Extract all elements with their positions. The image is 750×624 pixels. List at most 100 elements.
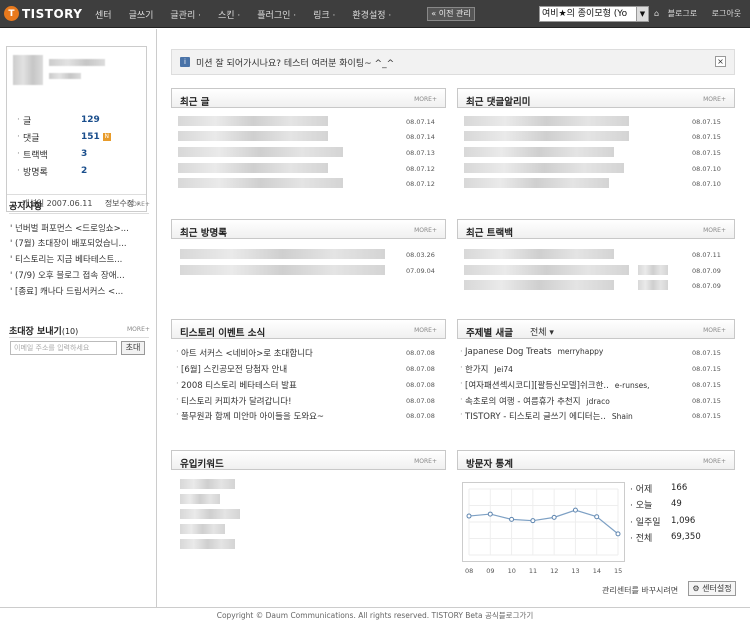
topic-item[interactable]: · 한가지 Jei74 <box>460 363 513 375</box>
event-text: [6월] 스킨공모전 당첨자 안내 <box>181 365 288 375</box>
visitor-point <box>530 518 536 524</box>
comment-redacted[interactable] <box>464 178 609 188</box>
notice-more-link[interactable]: MORE+ <box>127 201 150 208</box>
more-link[interactable]: MORE+ <box>703 327 726 334</box>
stat-value[interactable]: 2 <box>81 166 87 176</box>
invite-title-label: 초대장 보내기 <box>9 327 62 337</box>
notice-item[interactable]: ' 넌버벌 퍼포먼스 <드로잉쇼>... <box>10 222 145 234</box>
keyword-redacted[interactable] <box>180 479 235 489</box>
recent-trackbacks-panel: 최근 트랙백 MORE+ <box>457 219 735 239</box>
trackback-author-redacted <box>638 280 668 290</box>
comment-redacted[interactable] <box>464 116 629 126</box>
keyword-redacted[interactable] <box>180 539 235 549</box>
x-tick-label: 14 <box>592 567 601 575</box>
more-link[interactable]: MORE+ <box>703 96 726 103</box>
post-title-redacted[interactable] <box>178 116 328 126</box>
topic-author[interactable]: Jei74 <box>494 365 512 374</box>
notice-title: 공지사항 <box>9 202 43 212</box>
event-item[interactable]: · 티스토리 커피차가 달려갑니다! <box>176 395 291 407</box>
nav-posts[interactable]: 글관리 · <box>170 8 201 21</box>
x-tick-label: 12 <box>550 567 559 575</box>
stat-guestbook: · 방명록 2 <box>17 166 88 178</box>
avatar <box>13 55 43 85</box>
chevron-down-icon: ▼ <box>636 7 648 21</box>
visit-label-yesterday: · 어제 <box>630 485 653 495</box>
notice-item[interactable]: ' (7/9) 오후 블로그 접속 장애... <box>10 269 145 281</box>
topic-author[interactable]: jdraco <box>587 397 610 406</box>
invite-email-input[interactable]: 이메일 주소를 입력하세요 <box>10 341 117 355</box>
nav-plugins[interactable]: 플러그인 · <box>257 8 296 21</box>
keyword-redacted[interactable] <box>180 524 225 534</box>
prev-admin-button[interactable]: « 이전 관리 <box>427 7 475 21</box>
nav-write[interactable]: 글쓰기 <box>129 8 154 21</box>
comment-redacted[interactable] <box>464 147 614 157</box>
event-text: 풀무원과 함께 미안마 아이들을 도와요~ <box>181 412 325 422</box>
topic-author[interactable]: e-runses, <box>615 381 650 390</box>
tistory-logo[interactable]: T TISTORY <box>4 5 82 22</box>
guestbook-redacted[interactable] <box>180 265 385 275</box>
post-title-redacted[interactable] <box>178 131 328 141</box>
stat-value[interactable]: 3 <box>81 149 87 159</box>
more-link[interactable]: MORE+ <box>703 227 726 234</box>
topic-item[interactable]: · Japanese Dog Treats merryhappy <box>460 347 603 359</box>
panel-title: 티스토리 이벤트 소식 <box>180 328 266 339</box>
post-title-redacted[interactable] <box>178 178 343 188</box>
blog-select[interactable]: 여비★의 종이모형 (Yo ▼ <box>539 6 649 22</box>
invite-send-button[interactable]: 초대 <box>121 341 145 355</box>
topic-author[interactable]: Shain <box>612 412 633 421</box>
event-item[interactable]: · [6월] 스킨공모전 당첨자 안내 <box>176 363 287 375</box>
topic-date: 08.07.15 <box>692 412 721 420</box>
x-tick-label: 08 <box>465 567 474 575</box>
topic-dropdown[interactable]: 전체 ▾ <box>530 325 554 338</box>
notice-item[interactable]: ' [종료] 캐나다 드림서커스 <... <box>10 285 145 297</box>
topic-author[interactable]: merryhappy <box>558 347 604 356</box>
nav-skin[interactable]: 스킨 · <box>218 8 240 21</box>
stat-value[interactable]: 129 <box>81 115 100 125</box>
stat-value[interactable]: 151 <box>81 132 100 142</box>
topic-item[interactable]: · [여자패션섹시코디][팔등신모델]쉬크한.. e-runses, <box>460 379 650 391</box>
more-link[interactable]: MORE+ <box>414 96 437 103</box>
more-link[interactable]: MORE+ <box>414 327 437 334</box>
nav-settings[interactable]: 환경설정 · <box>352 8 391 21</box>
logo-text: TISTORY <box>22 6 83 21</box>
comment-date: 08.07.15 <box>692 118 721 126</box>
invite-more-link[interactable]: MORE+ <box>127 326 150 333</box>
post-date: 08.07.13 <box>406 149 435 157</box>
blog-link[interactable]: ⌂ 블로그로 <box>654 9 703 18</box>
panel-title: 최근 방명록 <box>180 228 228 239</box>
center-settings-button[interactable]: ⚙ 센터설정 <box>688 581 736 596</box>
keyword-redacted[interactable] <box>180 509 240 519</box>
keyword-redacted[interactable] <box>180 494 220 504</box>
event-item[interactable]: · 2008 티스토리 베타테스터 발표 <box>176 379 297 391</box>
more-link[interactable]: MORE+ <box>414 227 437 234</box>
visitor-point <box>551 514 557 520</box>
panel-title: 주제별 새글 <box>466 328 514 339</box>
more-link[interactable]: MORE+ <box>414 458 437 465</box>
post-title-redacted[interactable] <box>178 147 343 157</box>
guestbook-redacted[interactable] <box>180 249 385 259</box>
trackback-redacted[interactable] <box>464 249 614 259</box>
topic-item[interactable]: · TISTORY - 티스토리 글쓰기 에디터는.. Shain <box>460 410 633 422</box>
nav-center[interactable]: 센터 <box>95 8 112 21</box>
trackback-redacted[interactable] <box>464 265 629 275</box>
close-icon[interactable]: × <box>715 56 726 67</box>
trackback-redacted[interactable] <box>464 280 614 290</box>
recent-posts-panel: 최근 글 MORE+ <box>171 88 446 108</box>
more-link[interactable]: MORE+ <box>703 458 726 465</box>
logout-link[interactable]: 로그아웃 <box>712 9 741 18</box>
comment-redacted[interactable] <box>464 163 624 173</box>
panel-title: 최근 트랙백 <box>466 228 514 239</box>
notice-item[interactable]: ' (7월) 초대장이 배포되었습니... <box>10 237 145 249</box>
post-title-redacted[interactable] <box>178 163 328 173</box>
event-item[interactable]: · 풀무원과 함께 미안마 아이들을 도와요~ <box>176 410 324 422</box>
event-date: 08.07.08 <box>406 412 435 420</box>
notice-item[interactable]: ' 티스토리는 지금 베타테스트... <box>10 253 145 265</box>
topic-text: [여자패션섹시코디][팔등신모델]쉬크한.. <box>465 381 609 391</box>
event-item[interactable]: · 아트 서커스 <네비아>로 초대합니다 <box>176 347 313 359</box>
nav-links[interactable]: 링크 · <box>313 8 335 21</box>
topic-item[interactable]: · 속초로의 여행 - 여름휴가 추천지 jdraco <box>460 395 610 407</box>
post-date: 08.07.12 <box>406 165 435 173</box>
comment-redacted[interactable] <box>464 131 629 141</box>
events-panel: 티스토리 이벤트 소식 MORE+ <box>171 319 446 339</box>
x-tick-label: 15 <box>614 567 623 575</box>
